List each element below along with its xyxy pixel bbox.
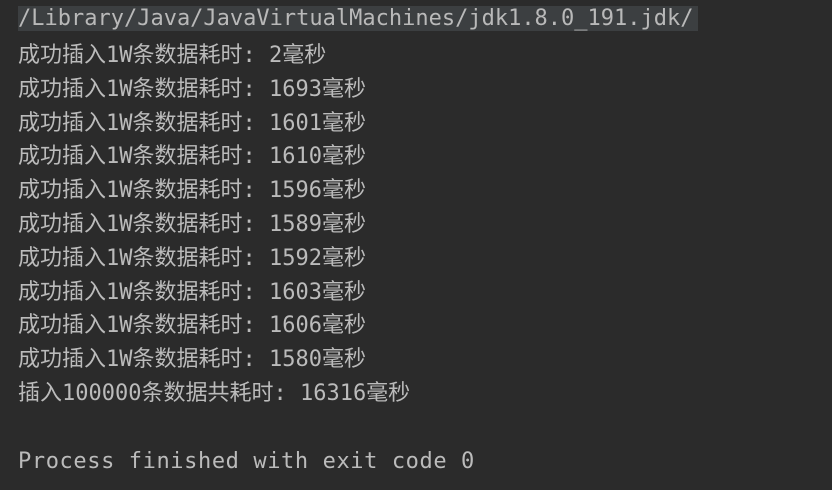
output-line: 成功插入1W条数据耗时: 1580毫秒 [18,347,366,373]
output-line: 成功插入1W条数据耗时: 1603毫秒 [18,279,366,305]
output-line: 成功插入1W条数据耗时: 1601毫秒 [18,110,366,136]
command-line: /Library/Java/JavaVirtualMachines/jdk1.8… [18,0,832,38]
output-line: 成功插入1W条数据耗时: 1610毫秒 [18,144,366,170]
output-line: 成功插入1W条数据耗时: 1589毫秒 [18,211,366,237]
run-console[interactable]: /Library/Java/JavaVirtualMachines/jdk1.8… [0,0,832,490]
command-text: /Library/Java/JavaVirtualMachines/jdk1.8… [18,6,698,31]
summary-line: 插入100000条数据共耗时: 16316毫秒 [18,380,411,406]
output-line: 成功插入1W条数据耗时: 1606毫秒 [18,313,366,339]
output-line: 成功插入1W条数据耗时: 1693毫秒 [18,76,366,102]
console-output: 成功插入1W条数据耗时: 2毫秒 成功插入1W条数据耗时: 1693毫秒 成功插… [18,39,832,478]
exit-message: Process finished with exit code 0 [18,448,475,474]
output-line: 成功插入1W条数据耗时: 1596毫秒 [18,178,366,204]
output-line: 成功插入1W条数据耗时: 2毫秒 [18,43,327,68]
output-line: 成功插入1W条数据耗时: 1592毫秒 [18,245,366,271]
